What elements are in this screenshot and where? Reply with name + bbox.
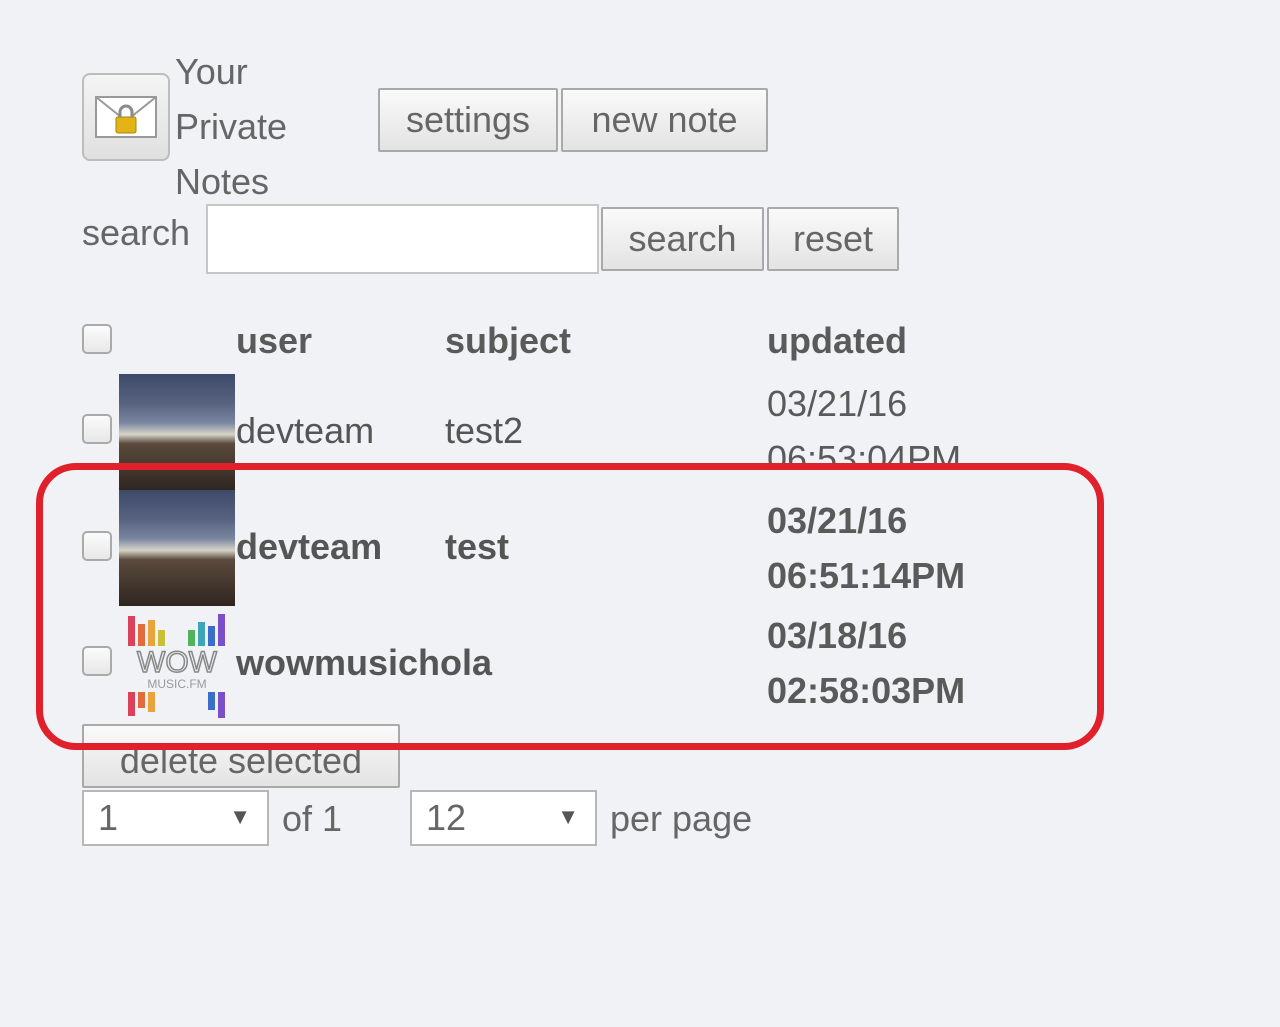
per-page-label: per page (610, 798, 753, 839)
dropdown-arrow-icon: ▼ (229, 804, 251, 829)
page-count-text: of 1 (282, 798, 343, 839)
per-page-select-value: 12 (426, 797, 467, 838)
search-input[interactable] (206, 204, 599, 274)
row-user[interactable]: devteam (236, 526, 382, 568)
page-select[interactable]: 1 ▼ (82, 790, 269, 846)
row-user[interactable]: wowmusichola (236, 642, 492, 684)
row-date: 03/18/16 (767, 615, 908, 656)
dropdown-arrow-icon: ▼ (557, 804, 579, 829)
new-note-button[interactable]: new note (561, 88, 768, 152)
row-subject[interactable]: test (445, 526, 509, 568)
column-header-subject[interactable]: subject (445, 320, 571, 362)
delete-selected-wrapper: delete selected (82, 724, 400, 788)
column-header-updated[interactable]: updated (767, 320, 907, 362)
wow-music-logo: WOW MUSIC.FM (124, 610, 230, 720)
row-checkbox[interactable] (82, 646, 112, 676)
row-date: 03/21/16 (767, 383, 908, 424)
app-title-line: Private (175, 106, 288, 147)
row-time: 02:58:03PM (767, 670, 966, 711)
row-checkbox[interactable] (82, 414, 112, 444)
row-subject[interactable]: test2 (445, 410, 523, 452)
search-button[interactable]: search (601, 207, 764, 271)
app-title-line: Your (175, 51, 248, 92)
row-time: 06:51:14PM (767, 555, 966, 596)
row-user[interactable]: devteam (236, 410, 374, 452)
lock-envelope-icon (95, 96, 157, 138)
row-time: 06:53:04PM (767, 438, 962, 463)
user-avatar (119, 374, 235, 490)
select-all-checkbox[interactable] (82, 324, 112, 354)
page-select-value: 1 (98, 797, 119, 838)
row-updated: 03/21/16 06:53:04PM (767, 376, 1027, 463)
app-title: Your Private Notes (175, 44, 335, 209)
delete-selected-button[interactable]: delete selected (82, 724, 400, 788)
per-page-select[interactable]: 12 ▼ (410, 790, 597, 846)
app-title-line: Notes (175, 161, 270, 202)
svg-text:WOW: WOW (137, 646, 218, 679)
column-header-user[interactable]: user (236, 320, 312, 362)
search-label: search (82, 212, 191, 253)
svg-text:MUSIC.FM: MUSIC.FM (147, 677, 206, 691)
private-notes-logo[interactable] (82, 73, 170, 161)
row-date: 03/21/16 (767, 500, 908, 541)
settings-button[interactable]: settings (378, 88, 558, 152)
row-checkbox[interactable] (82, 531, 112, 561)
reset-button[interactable]: reset (767, 207, 899, 271)
user-avatar (119, 490, 235, 606)
